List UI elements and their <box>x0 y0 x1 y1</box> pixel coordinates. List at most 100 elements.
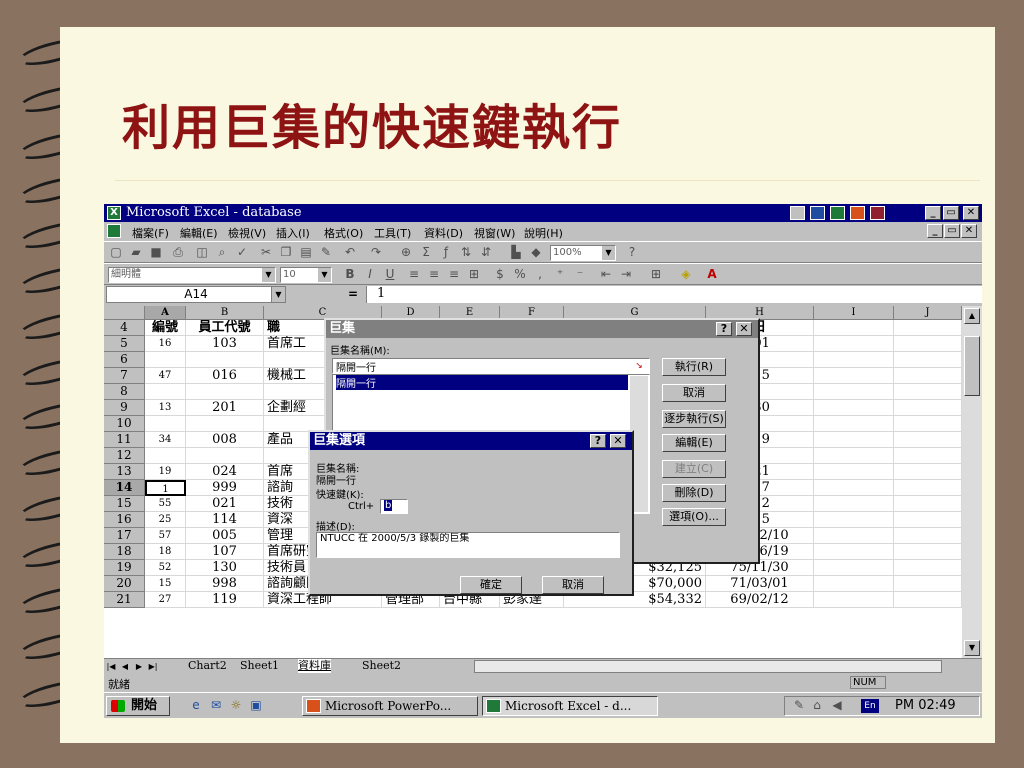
row-header[interactable]: 11 <box>104 432 145 448</box>
cell[interactable] <box>894 416 962 432</box>
macro-list-item[interactable]: 隔開一行 <box>336 375 628 390</box>
cell[interactable] <box>814 320 894 336</box>
tray-pen-icon[interactable]: ✎ <box>791 698 807 713</box>
open-icon[interactable]: ▰ <box>128 245 144 260</box>
cell[interactable] <box>894 400 962 416</box>
cell[interactable]: 016 <box>186 368 264 384</box>
minimize-button[interactable]: _ <box>925 206 941 220</box>
cell[interactable] <box>814 496 894 512</box>
decrease-decimal-icon[interactable]: ⁻ <box>572 267 588 282</box>
menu-insert[interactable]: 插入(I) <box>276 225 310 241</box>
cell[interactable]: 16 <box>145 336 186 352</box>
align-center-icon[interactable]: ≡ <box>426 267 442 282</box>
sheet-tab[interactable]: Sheet2 <box>362 659 401 673</box>
cancel-button[interactable]: 取消 <box>662 384 726 402</box>
cell[interactable]: 103 <box>186 336 264 352</box>
column-header-j[interactable]: J <box>894 306 962 320</box>
cell[interactable] <box>894 336 962 352</box>
cell[interactable]: 47 <box>145 368 186 384</box>
cancel-button[interactable]: 取消 <box>542 576 604 594</box>
underline-icon[interactable]: U <box>382 267 398 282</box>
first-sheet-icon[interactable]: |◀ <box>106 660 116 673</box>
cell[interactable] <box>186 448 264 464</box>
cell[interactable]: 130 <box>186 560 264 576</box>
row-header[interactable]: 7 <box>104 368 145 384</box>
fill-color-icon[interactable]: ◈ <box>678 267 694 282</box>
shortcut-key-input[interactable]: b <box>380 499 408 514</box>
chart-wizard-icon[interactable]: ▙ <box>508 245 524 260</box>
cell[interactable]: 008 <box>186 432 264 448</box>
cell[interactable] <box>894 432 962 448</box>
close-icon[interactable]: ✕ <box>610 434 626 448</box>
cell[interactable]: 編號 <box>145 320 186 336</box>
cell[interactable]: 114 <box>186 512 264 528</box>
row-header[interactable]: 9 <box>104 400 145 416</box>
sort-descending-icon[interactable]: ⇵ <box>478 245 494 260</box>
cell[interactable]: 1 <box>145 480 186 496</box>
row-header[interactable]: 20 <box>104 576 145 592</box>
cell[interactable]: 55 <box>145 496 186 512</box>
cell[interactable]: 69/02/12 <box>706 592 814 608</box>
column-header-i[interactable]: I <box>814 306 894 320</box>
access-shortcut-icon[interactable] <box>870 206 885 220</box>
delete-button[interactable]: 刪除(D) <box>662 484 726 502</box>
italic-icon[interactable]: I <box>362 267 378 282</box>
office-shortcut-icon[interactable] <box>790 206 805 220</box>
powerpoint-shortcut-icon[interactable] <box>850 206 865 220</box>
volume-icon[interactable]: ◀ <box>829 698 845 713</box>
save-icon[interactable]: ■ <box>148 245 164 260</box>
cell[interactable]: 201 <box>186 400 264 416</box>
taskbar-excel[interactable]: Microsoft Excel - d... <box>482 696 658 716</box>
row-header[interactable]: 4 <box>104 320 145 336</box>
preview-icon[interactable]: ⌕ <box>214 245 230 260</box>
bold-icon[interactable]: B <box>342 267 358 282</box>
cell[interactable] <box>894 560 962 576</box>
tray-network-icon[interactable]: ⌂ <box>809 698 825 713</box>
cell[interactable]: 021 <box>186 496 264 512</box>
autosum-icon[interactable]: Σ <box>418 245 434 260</box>
doc-close-button[interactable]: ✕ <box>961 224 977 238</box>
menu-window[interactable]: 視窗(W) <box>474 225 515 241</box>
column-header-b[interactable]: B <box>186 306 264 320</box>
cell[interactable]: 119 <box>186 592 264 608</box>
start-button[interactable]: 開始 <box>106 696 170 716</box>
cell[interactable] <box>894 592 962 608</box>
cell[interactable] <box>894 464 962 480</box>
menu-tools[interactable]: 工具(T) <box>374 225 411 241</box>
restore-button[interactable]: ▭ <box>943 206 959 220</box>
last-sheet-icon[interactable]: ▶| <box>148 660 158 673</box>
cell[interactable]: 19 <box>145 464 186 480</box>
cell[interactable] <box>814 368 894 384</box>
cell[interactable] <box>894 512 962 528</box>
excel-shortcut-icon[interactable] <box>830 206 845 220</box>
menu-view[interactable]: 檢視(V) <box>228 225 266 241</box>
cell[interactable]: 52 <box>145 560 186 576</box>
cell[interactable] <box>814 448 894 464</box>
help-icon[interactable]: ? <box>716 322 732 336</box>
scroll-down-icon[interactable]: ▼ <box>964 640 980 656</box>
comma-icon[interactable]: , <box>532 267 548 282</box>
help-icon[interactable]: ? <box>624 245 640 260</box>
cell[interactable] <box>145 448 186 464</box>
taskbar-powerpoint[interactable]: Microsoft PowerPo... <box>302 696 478 716</box>
row-header[interactable]: 10 <box>104 416 145 432</box>
close-icon[interactable]: ✕ <box>736 322 752 336</box>
description-input[interactable]: NTUCC 在 2000/5/3 錄製的巨集 <box>316 532 620 558</box>
cell[interactable] <box>814 512 894 528</box>
doc-restore-button[interactable]: ▭ <box>944 224 960 238</box>
menu-format[interactable]: 格式(O) <box>324 225 363 241</box>
paste-icon[interactable]: ▤ <box>298 245 314 260</box>
horizontal-scrollbar[interactable] <box>474 660 942 673</box>
cell[interactable] <box>814 480 894 496</box>
print-icon[interactable]: ⎙ <box>170 245 186 260</box>
doc-minimize-button[interactable]: _ <box>927 224 943 238</box>
next-sheet-icon[interactable]: ▶ <box>134 660 144 673</box>
macro-name-input[interactable]: 隔開一行 <box>332 358 650 374</box>
cell[interactable] <box>814 416 894 432</box>
spelling-icon[interactable]: ✓ <box>234 245 250 260</box>
increase-indent-icon[interactable]: ⇥ <box>618 267 634 282</box>
cell[interactable]: 員工代號 <box>186 320 264 336</box>
hyperlink-icon[interactable]: ⊕ <box>398 245 414 260</box>
cell[interactable] <box>894 368 962 384</box>
name-box[interactable]: A14 ▼ <box>106 286 286 303</box>
